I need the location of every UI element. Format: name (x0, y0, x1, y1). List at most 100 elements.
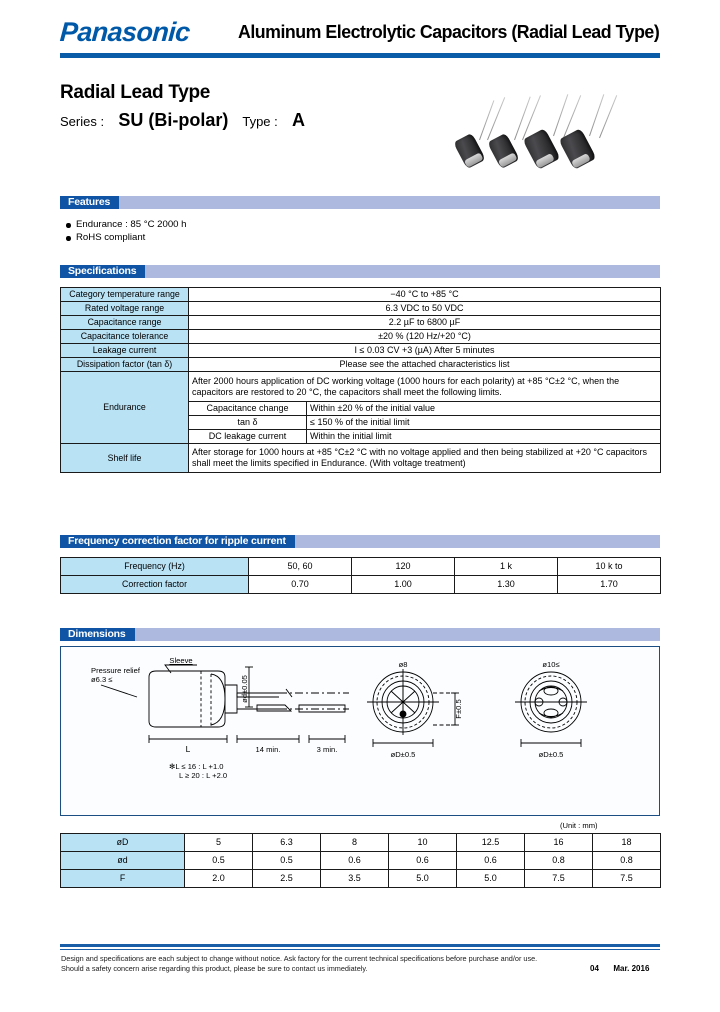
series-line: Series : SU (Bi-polar) Type : A (60, 110, 305, 131)
length-note-line2: L ≥ 20 : L +2.0 (179, 771, 227, 780)
specifications-table: Category temperature range −40 °C to +85… (60, 287, 661, 473)
dim-cell: 7.5 (524, 869, 593, 888)
dimensions-table: øD 5 6.3 8 10 12.5 16 18 ød 0.5 0.5 0.6 … (60, 833, 661, 888)
pressure-relief-size-label: ø6.3 ≤ (91, 675, 112, 684)
dim-cell: 7.5 (592, 869, 661, 888)
masthead-rule (60, 53, 660, 58)
spec-label: Capacitance tolerance (60, 329, 189, 344)
frequency-table: Frequency (Hz) 50, 60 120 1 k 10 k to Co… (60, 557, 661, 594)
shelf-life-value: After storage for 1000 hours at +85 °C±2… (188, 443, 661, 473)
capacitor-dimension-drawing: Pressure relief ø6.3 ≤ Sleeve L 14 min. … (91, 656, 587, 780)
product-photo (443, 92, 623, 184)
footer-line-2: Should a safety concern arise regarding … (61, 963, 368, 973)
correction-value: 0.70 (248, 575, 352, 594)
frequency-value: 120 (351, 557, 455, 576)
specifications-header-label: Specifications (60, 265, 146, 278)
footer-disclaimer: Design and specifications are each subje… (61, 954, 621, 973)
endurance-sub-label: tan δ (188, 415, 307, 430)
dim-cell: 0.6 (388, 851, 457, 870)
endurance-sub-value: Within the initial limit (306, 429, 661, 444)
lead-diameter-label: ød±0.05 (240, 675, 249, 703)
dim-cell: 2.0 (184, 869, 253, 888)
frequency-header-label: Frequency correction factor for ripple c… (60, 535, 295, 548)
frequency-value: 50, 60 (248, 557, 352, 576)
end-view-left-label: ø8 (399, 660, 408, 669)
table-row: Dissipation factor (tan δ) Please see th… (60, 357, 661, 372)
dim-cell: 0.6 (320, 851, 389, 870)
dim-cell: 8 (320, 833, 389, 852)
spec-value: Please see the attached characteristics … (188, 357, 661, 372)
footer-rule-bottom (60, 949, 660, 951)
table-row: Capacitance range 2.2 µF to 6800 µF (60, 315, 661, 330)
endurance-sub-value: ≤ 150 % of the initial limit (306, 415, 661, 430)
lead-length-1-label: 14 min. (256, 745, 281, 754)
capacitor-lead (514, 96, 532, 141)
table-row: Correction factor 0.70 1.00 1.30 1.70 (60, 575, 661, 594)
table-row-endurance-intro: Endurance After 2000 hours application o… (60, 371, 661, 444)
dim-cell: 0.6 (456, 851, 525, 870)
endurance-sub-value: Within ±20 % of the initial value (306, 401, 661, 416)
series-value: SU (Bi-polar) (118, 110, 229, 130)
masthead-title: Aluminum Electrolytic Capacitors (Radial… (238, 21, 660, 42)
dim-cell: 5.0 (388, 869, 457, 888)
spec-value: ±20 % (120 Hz/+20 °C) (188, 329, 661, 344)
pressure-relief-label: Pressure relief (91, 666, 141, 675)
revision-date: Mar. 2016 (613, 964, 650, 973)
dim-row-label: ød (60, 851, 185, 870)
dim-cell: 6.3 (252, 833, 321, 852)
endurance-sub-label: Capacitance change (188, 401, 307, 416)
frequency-section-header: Frequency correction factor for ripple c… (60, 535, 660, 548)
panasonic-logo: Panasonic (58, 17, 191, 47)
spec-value: I ≤ 0.03 CV +3 (µA) After 5 minutes (188, 343, 661, 358)
frequency-row-label: Frequency (Hz) (60, 557, 249, 576)
series-label: Series : (60, 114, 105, 129)
spec-label: Capacitance range (60, 315, 189, 330)
footer-rule-top (60, 944, 660, 947)
feature-item: Endurance : 85 °C 2000 h (66, 218, 187, 231)
spec-label: Category temperature range (60, 287, 189, 302)
body-length-label: L (186, 744, 191, 754)
dim-cell: 2.5 (252, 869, 321, 888)
page-title: Radial Lead Type (60, 82, 211, 103)
endurance-label: Endurance (60, 371, 189, 444)
correction-value: 1.70 (557, 575, 661, 594)
type-value: A (292, 110, 306, 130)
endurance-sub-label: DC leakage current (188, 429, 307, 444)
spec-label: Rated voltage range (60, 301, 189, 316)
spec-label: Leakage current (60, 343, 189, 358)
capacitor-lead (479, 100, 495, 141)
sleeve-label: Sleeve (169, 656, 192, 665)
frequency-value: 1 k (454, 557, 558, 576)
dimensions-header-label: Dimensions (60, 628, 135, 641)
dim-cell: 3.5 (320, 869, 389, 888)
dim-row-label: F (60, 869, 185, 888)
features-list: Endurance : 85 °C 2000 h RoHS compliant (66, 218, 187, 244)
footer-line-1: Design and specifications are each subje… (61, 954, 538, 963)
dim-cell: 16 (524, 833, 593, 852)
table-row: Frequency (Hz) 50, 60 120 1 k 10 k to (60, 557, 661, 576)
dim-cell: 0.8 (592, 851, 661, 870)
dim-cell: 0.5 (184, 851, 253, 870)
footer-meta: 04 Mar. 2016 (590, 964, 649, 973)
table-row: Rated voltage range 6.3 VDC to 50 VDC (60, 301, 661, 316)
table-row: Capacitance tolerance ±20 % (120 Hz/+20 … (60, 329, 661, 344)
dim-cell: 0.5 (252, 851, 321, 870)
shelf-life-label: Shelf life (60, 443, 189, 473)
endurance-intro: After 2000 hours application of DC worki… (188, 371, 661, 402)
dimensions-drawing-box: Pressure relief ø6.3 ≤ Sleeve L 14 min. … (60, 646, 660, 816)
dim-cell: 18 (592, 833, 661, 852)
features-section-header: Features (60, 196, 660, 209)
correction-value: 1.00 (351, 575, 455, 594)
feature-item: RoHS compliant (66, 231, 187, 244)
table-row: øD 5 6.3 8 10 12.5 16 18 (60, 833, 661, 852)
table-row: Shelf life After storage for 1000 hours … (60, 443, 661, 473)
table-row: Leakage current I ≤ 0.03 CV +3 (µA) Afte… (60, 343, 661, 358)
spec-value: −40 °C to +85 °C (188, 287, 661, 302)
table-row: Category temperature range −40 °C to +85… (60, 287, 661, 302)
type-label: Type : (242, 114, 278, 129)
frequency-value: 10 k to (557, 557, 661, 576)
end-view-left-diameter: øD±0.5 (391, 750, 416, 759)
table-row: ød 0.5 0.5 0.6 0.6 0.6 0.8 0.8 (60, 851, 661, 870)
dim-cell: 0.8 (524, 851, 593, 870)
length-note-line1: ✻L ≤ 16 : L +1.0 (169, 762, 224, 771)
